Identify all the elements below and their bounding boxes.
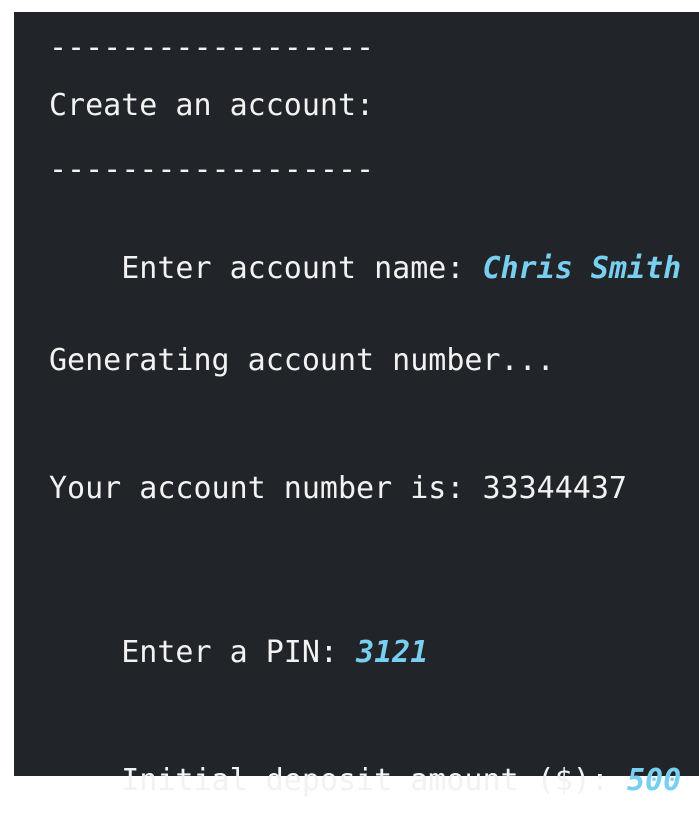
account-name-prompt: Enter account name:: [121, 251, 483, 286]
account-name-line: Enter account name: Chris Smith: [49, 215, 681, 323]
divider-top: ------------------: [49, 30, 375, 65]
deposit-line: Initial deposit amount ($): 500: [49, 727, 681, 835]
pin-line: Enter a PIN: 3121: [49, 599, 428, 707]
section-heading: Create an account:: [49, 88, 375, 123]
pin-prompt: Enter a PIN:: [121, 635, 357, 670]
terminal-window: ------------------ Create an account: --…: [14, 12, 699, 798]
account-name-input[interactable]: Chris Smith: [482, 251, 681, 286]
deposit-input[interactable]: 500: [627, 763, 681, 798]
deposit-prompt: Initial deposit amount ($):: [121, 763, 627, 798]
pin-input[interactable]: 3121: [356, 635, 428, 670]
generating-message: Generating account number...: [49, 343, 555, 378]
divider-bottom: ------------------: [49, 152, 375, 187]
account-number-line: Your account number is: 33344437: [49, 471, 627, 506]
